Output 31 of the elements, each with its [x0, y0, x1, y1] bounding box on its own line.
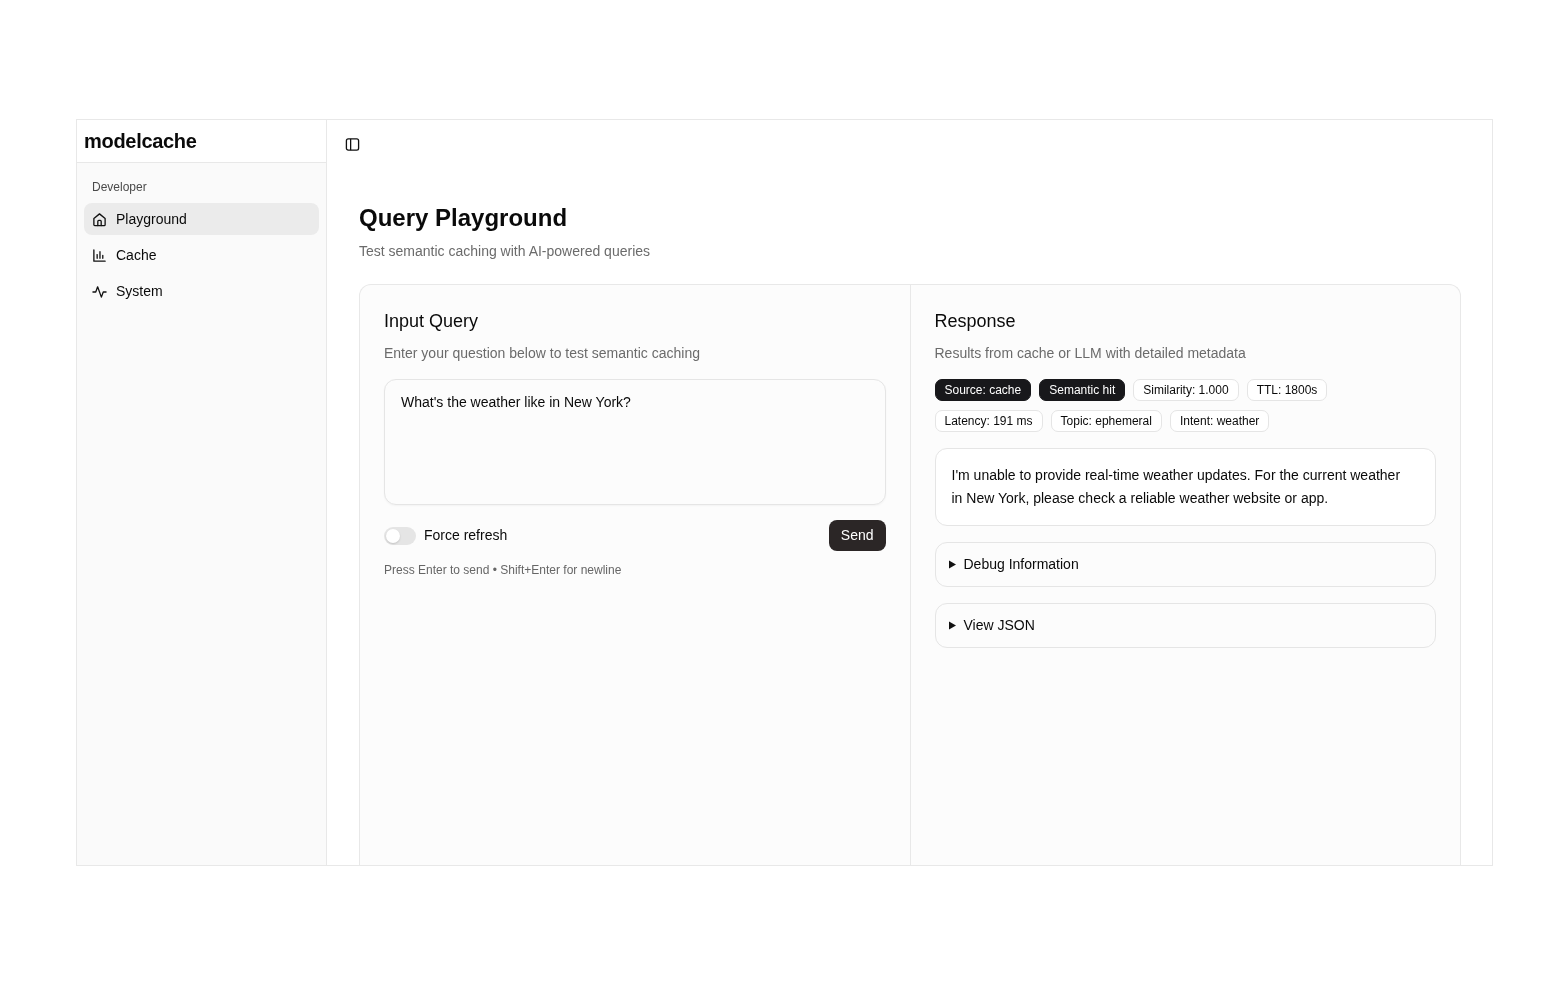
house-icon [92, 211, 107, 227]
force-refresh-label: Force refresh [424, 526, 508, 545]
query-input-field[interactable]: What's the weather like in New York? [384, 379, 886, 505]
sidebar-toggle-button[interactable] [345, 136, 360, 152]
activity-icon [92, 283, 107, 299]
panel-title: Input Query [384, 310, 480, 333]
response-text: I'm unable to provide real-time weather updates. For the current weather in New York, please check a reliable weather website or app. [934, 448, 1436, 526]
panel-description: Results from cache or LLM with detailed metadata [934, 344, 1247, 363]
metadata-tag: Topic: ephemeral [1050, 410, 1162, 432]
sidebar-group-label: Developer [91, 179, 148, 196]
page-subtitle: Test semantic caching with AI-powered queries [359, 242, 652, 261]
collapsible-section[interactable]: Debug Information [934, 542, 1436, 587]
sidebar-item[interactable]: Cache [84, 239, 319, 271]
panel-description: Enter your question below to test semantic caching [384, 344, 701, 363]
keyboard-hint: Press Enter to send • Shift+Enter for newline [384, 562, 623, 578]
panel-title: Response [934, 310, 1017, 333]
send-button[interactable]: Send [828, 520, 886, 551]
sidebar-item[interactable]: Playground [84, 203, 319, 235]
page-title: Query Playground [359, 203, 569, 232]
sidebar-item[interactable]: System [84, 275, 319, 307]
metadata-tag: Source: cache [934, 379, 1032, 401]
metadata-tag: Similarity: 1.000 [1133, 379, 1239, 401]
bar-chart-icon [92, 247, 107, 263]
metadata-tag: Latency: 191 ms [934, 410, 1043, 432]
collapsible-section[interactable]: View JSON [934, 603, 1436, 648]
metadata-tag: Semantic hit [1039, 379, 1126, 401]
toggle-switch[interactable] [384, 526, 416, 545]
metadata-tag: Intent: weather [1169, 410, 1270, 432]
sidebar-toggle-icon [345, 136, 360, 152]
app-brand: modelcache [84, 129, 197, 154]
metadata-tag: TTL: 1800s [1246, 379, 1328, 401]
